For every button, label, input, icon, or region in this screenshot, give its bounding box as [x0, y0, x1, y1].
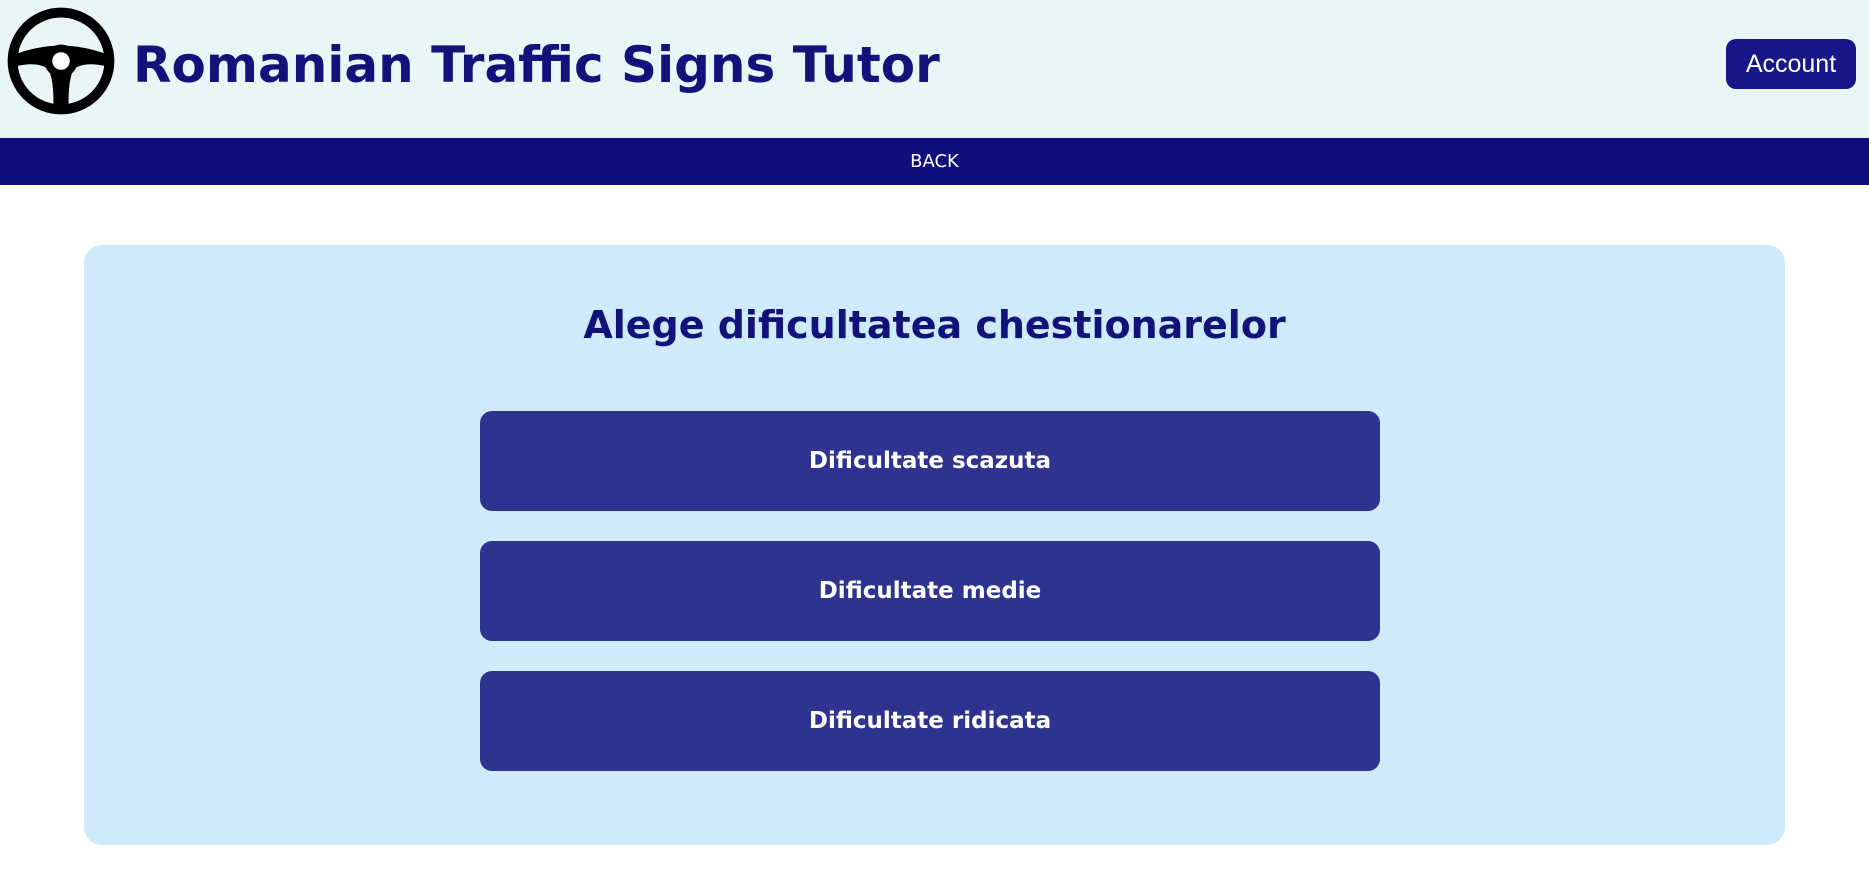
site-header: Romanian Traffic Signs Tutor Account [0, 0, 1869, 138]
page-title: Alege dificultatea chestionarelor [583, 303, 1286, 347]
steering-wheel-icon [7, 7, 115, 115]
difficulty-panel: Alege dificultatea chestionarelor Dificu… [84, 245, 1785, 845]
difficulty-medium-button[interactable]: Dificultate medie [480, 541, 1380, 641]
nav-bar: BACK [0, 138, 1869, 185]
account-button[interactable]: Account [1726, 39, 1856, 89]
difficulty-low-button[interactable]: Dificultate scazuta [480, 411, 1380, 511]
back-link[interactable]: BACK [0, 138, 1869, 185]
difficulty-high-button[interactable]: Dificultate ridicata [480, 671, 1380, 771]
site-title: Romanian Traffic Signs Tutor [133, 36, 940, 94]
